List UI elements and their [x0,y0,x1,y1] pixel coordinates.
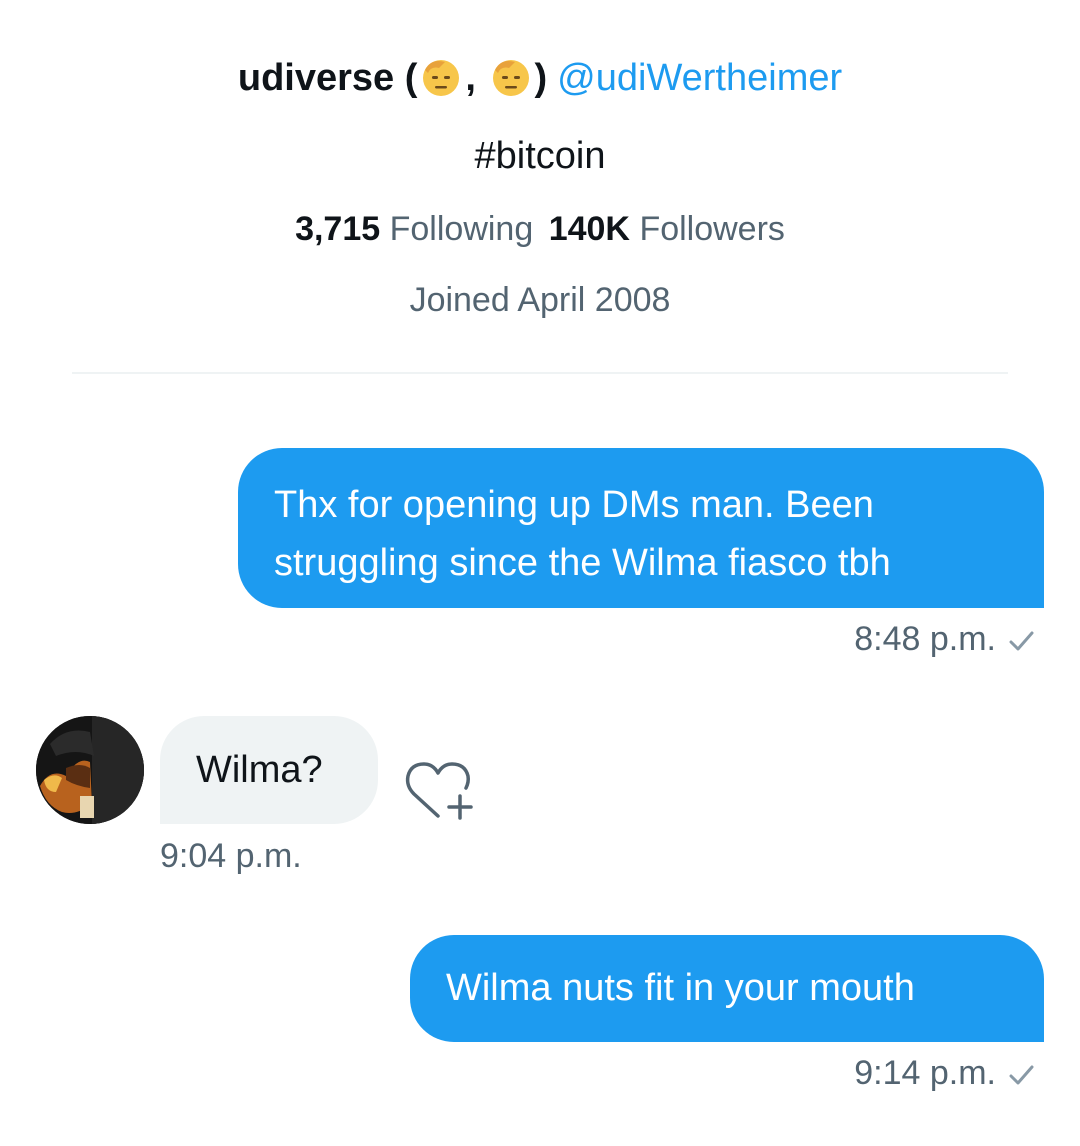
following-count: 3,715 [295,210,381,248]
message-timestamp: 9:14 p.m. [854,1051,1036,1095]
profile-stats: 3,715 Following 140K Followers [0,205,1080,253]
profile-bio[interactable]: #bitcoin [0,130,1080,182]
divider [72,372,1008,374]
followers-label: Followers [639,210,785,248]
message-bubble-incoming[interactable]: Wilma? [160,716,378,824]
following-label: Following [389,210,534,248]
followers-link[interactable]: 140K Followers [549,210,785,248]
message-text-line: struggling since the Wilma fiasco tbh [274,542,891,584]
saluting-face-emoji-icon [423,60,460,96]
sender-avatar[interactable] [36,716,144,824]
heart-plus-icon[interactable] [404,756,476,824]
message-text-line: Thx for opening up DMs man. Been [274,484,874,526]
avatar-image [36,716,144,824]
display-name[interactable]: udiverse (, ) [238,57,547,99]
profile-name-line: udiverse (, ) @udiWertheimer [0,52,1080,104]
message-text: Wilma? [196,749,323,791]
read-check-icon [1009,631,1034,651]
message-bubble-outgoing[interactable]: Thx for opening up DMs man. Been struggl… [238,448,1044,608]
followers-count: 140K [548,210,630,248]
message-timestamp: 9:04 p.m. [160,837,302,875]
message-timestamp: 8:48 p.m. [854,617,1036,661]
saluting-face-emoji-icon [492,60,529,96]
profile-handle[interactable]: @udiWertheimer [557,57,842,99]
read-check-icon [1009,1065,1034,1085]
following-link[interactable]: 3,715 Following [295,210,533,248]
message-bubble-outgoing[interactable]: Wilma nuts fit in your mouth [410,935,1044,1042]
joined-date: Joined April 2008 [409,281,671,319]
message-text: Wilma nuts fit in your mouth [446,967,915,1009]
